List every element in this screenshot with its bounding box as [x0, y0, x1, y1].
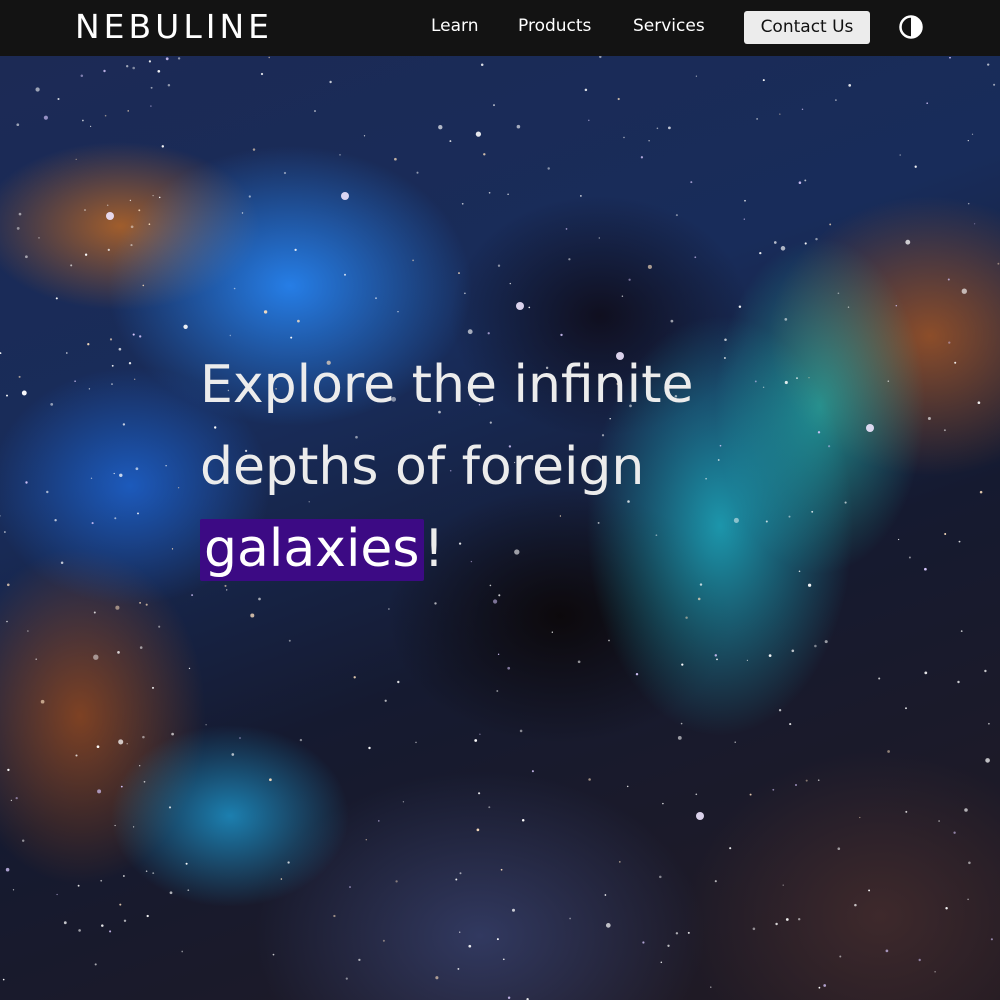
hero-exclamation: !: [423, 519, 445, 579]
landing-page: NEBULINE Learn Products Services Contact…: [0, 0, 1000, 1000]
hero-heading: Explore the infinite depths of foreign g…: [200, 344, 840, 590]
theme-toggle-button[interactable]: [898, 14, 924, 40]
navbar: NEBULINE Learn Products Services Contact…: [0, 0, 1000, 56]
hero-line-1: Explore the infinite: [200, 355, 694, 415]
hero-line-2: depths of foreign: [200, 437, 645, 497]
nav-link-services[interactable]: Services: [633, 14, 705, 38]
nav-link-learn[interactable]: Learn: [431, 14, 479, 38]
brand-logo[interactable]: NEBULINE: [75, 8, 273, 46]
contact-us-button[interactable]: Contact Us: [744, 11, 870, 44]
nav-link-products[interactable]: Products: [518, 14, 591, 38]
hero-line-3: galaxies!: [200, 508, 840, 590]
hero-highlight-word: galaxies: [200, 519, 424, 581]
half-circle-contrast-icon: [899, 15, 923, 39]
